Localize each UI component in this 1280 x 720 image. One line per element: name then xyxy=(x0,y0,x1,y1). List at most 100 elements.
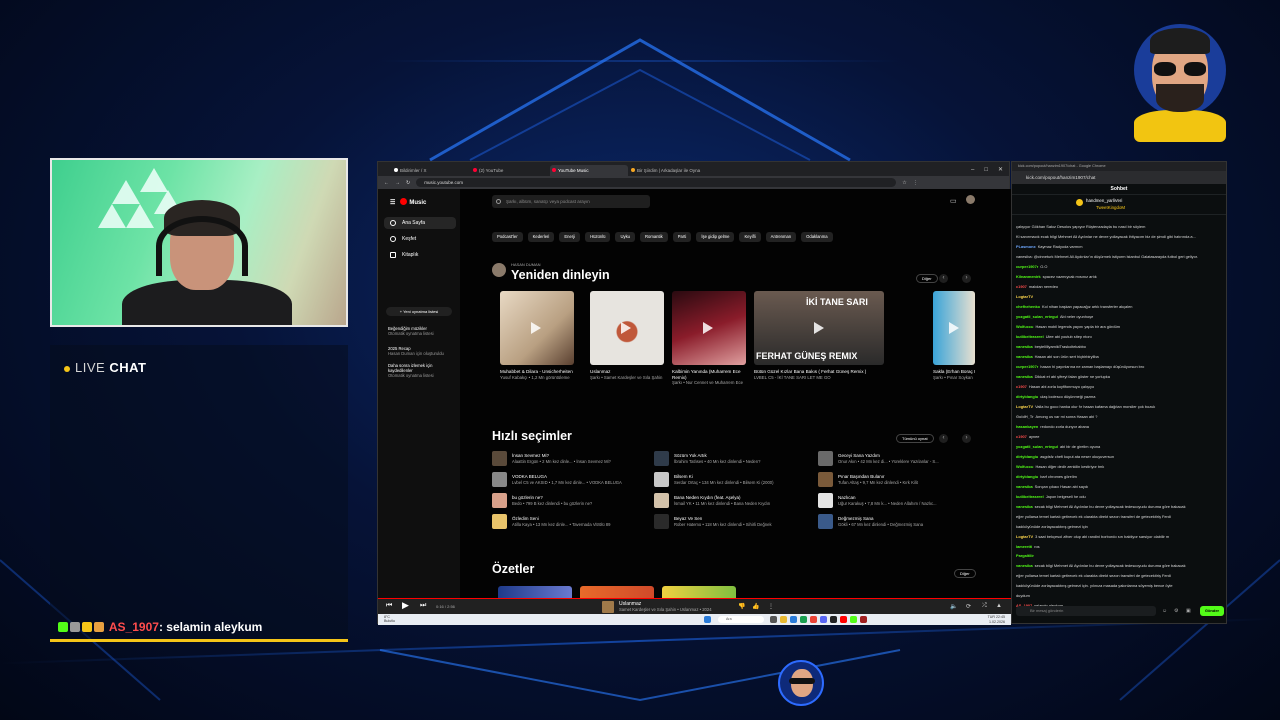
prev-arrow-icon[interactable]: ‹ xyxy=(939,434,948,443)
taskbar-app-icon[interactable] xyxy=(770,616,777,623)
windows-start-icon[interactable] xyxy=(704,616,711,623)
kick-chat-username[interactable]: Wolfuccu xyxy=(1016,464,1033,469)
kick-chat-username[interactable]: vanesiba xyxy=(1016,344,1033,349)
shuffle-icon[interactable]: ⤮ xyxy=(982,603,987,610)
next-icon[interactable]: ⏭ xyxy=(420,602,426,610)
kick-chat-username[interactable]: PLasmonx xyxy=(1016,244,1036,249)
browser-tab[interactable]: (2) YouTube xyxy=(471,165,549,176)
close-icon[interactable]: ✕ xyxy=(998,165,1003,176)
kick-chat-username[interactable]: vanesiba xyxy=(1016,563,1033,568)
chip[interactable]: Enerji xyxy=(559,232,581,242)
chip[interactable]: Podcast'ler xyxy=(492,232,523,242)
kick-chat-username[interactable]: LogtarTV xyxy=(1016,404,1033,409)
kick-chat-username[interactable]: dirtyblangiu xyxy=(1016,474,1038,479)
next-arrow-icon[interactable]: › xyxy=(962,274,971,283)
chip[interactable]: Romantik xyxy=(640,232,668,242)
maximize-icon[interactable]: □ xyxy=(984,165,988,176)
extensions-icon[interactable]: ⋮ xyxy=(913,180,918,186)
forward-icon[interactable]: → xyxy=(395,180,400,186)
quick-pick-item[interactable]: İnsan Sevmez Mi? Alaattin Ergün • 2 Mn ke… xyxy=(492,451,652,467)
emoji-icon[interactable]: ☺ xyxy=(1162,608,1167,614)
next-arrow-icon[interactable]: › xyxy=(962,434,971,443)
kick-chat-username[interactable]: chefhehenko xyxy=(1016,304,1040,309)
summary-card[interactable] xyxy=(662,586,736,598)
youtube-icon[interactable] xyxy=(840,616,847,623)
quick-pick-item[interactable]: Bana Neden Kıydın (feat. Aşelya) İsmail Y… xyxy=(654,493,814,509)
chip[interactable]: Kederleri xyxy=(527,232,555,242)
dislike-icon[interactable]: 👎 xyxy=(738,603,745,610)
search-input[interactable]: Şarkı, albüm, sanatçı veya podcast arayı… xyxy=(492,195,650,208)
like-icon[interactable]: 👍 xyxy=(752,603,759,610)
chip[interactable]: Antrenman xyxy=(765,232,797,242)
taskbar-app-icon[interactable] xyxy=(830,616,837,623)
quick-pick-item[interactable]: Pınar Başından Bulanır Tufan Altaş • 9,7 … xyxy=(818,472,978,488)
kick-chat-username[interactable]: lameretti xyxy=(1016,544,1032,549)
quick-pick-item[interactable]: Bilsem Ki Serdar Ortaç • 134 Mn kez dinle… xyxy=(654,472,814,488)
kick-icon[interactable] xyxy=(850,616,857,623)
chrome-icon[interactable] xyxy=(810,616,817,623)
kick-address-bar[interactable]: kick.com/popout/hanzim1907/chat xyxy=(1012,171,1226,184)
play-icon[interactable]: ▶ xyxy=(402,600,409,611)
yt-music-logo[interactable]: ☰ Music xyxy=(390,198,426,206)
more-button[interactable]: Diğer xyxy=(954,569,976,578)
quick-pick-item[interactable]: Değmezmiş Sana Gökli • 67 Mn kez dinlendi… xyxy=(818,514,978,530)
expand-icon[interactable]: ▲ xyxy=(996,603,1002,609)
kick-chat-username[interactable]: GoldH_Tr xyxy=(1016,414,1034,419)
weather-widget[interactable]: 8°C Bulutlu xyxy=(384,615,395,623)
quick-pick-item[interactable]: Geceyi Sana Yazdım Onur Akın • 42 Mn kez … xyxy=(818,451,978,467)
kick-chat-username[interactable]: vanesiba xyxy=(1016,484,1033,489)
browser-tab[interactable]: Bir Şiirdim | Arkadaşlar ile Oyna xyxy=(629,165,707,176)
quick-pick-item[interactable]: Özledim Seni Atilla Kaya • 13 Mn kez dinl… xyxy=(492,514,652,530)
new-playlist-button[interactable]: + Yeni oynatma listesi xyxy=(386,307,452,316)
playlist-item[interactable]: Beğendiğim müzikler Otomatik oynatma list… xyxy=(388,326,454,336)
chip[interactable]: Odaklanma xyxy=(801,232,833,242)
back-icon[interactable]: ← xyxy=(384,180,389,186)
quick-pick-item[interactable]: Sözüm Yok Artık İbrahim Tatlıses • 40 Mn … xyxy=(654,451,814,467)
repeat-icon[interactable]: ⟳ xyxy=(966,603,971,610)
kick-chat-username[interactable]: c1907 xyxy=(1016,284,1027,289)
playlist-item[interactable]: Daha sonra izlemek için kaydedilenler Oto… xyxy=(388,363,454,378)
kick-chat-username[interactable]: Kilnanmenirk xyxy=(1016,274,1041,279)
kick-chat-username[interactable]: LogtarTV xyxy=(1016,534,1033,539)
cast-icon[interactable]: ▭ xyxy=(950,197,957,205)
chip[interactable]: İşe gidip gelme xyxy=(696,232,735,242)
kick-chat-username[interactable]: c1907 xyxy=(1016,384,1027,389)
music-card[interactable]: Sakla (Erhan Boraç Remix)Şarkı • Pınar S… xyxy=(933,291,975,380)
quick-pick-item[interactable]: bu gözlerin ne? Bedo • 799 B kez dinlendi… xyxy=(492,493,652,509)
kick-chat-username[interactable]: Pargaltllir xyxy=(1016,553,1034,558)
kick-chat-username[interactable]: curper1907r xyxy=(1016,264,1038,269)
gift-icon[interactable]: ▣ xyxy=(1186,608,1191,614)
taskbar-app-icon[interactable] xyxy=(790,616,797,623)
chip[interactable]: Keyifli xyxy=(739,232,761,242)
taskbar-search[interactable]: Ara xyxy=(718,616,764,623)
settings-icon[interactable]: ⚙ xyxy=(1174,608,1178,614)
quick-pick-item[interactable]: VODKA BELUGA Lvbel C5 ve AKSID • 1,7 Mn k… xyxy=(492,472,652,488)
minimize-icon[interactable]: – xyxy=(971,165,974,176)
account-avatar[interactable] xyxy=(966,195,975,204)
summary-card[interactable] xyxy=(498,586,572,598)
kick-chat-username[interactable]: c1907 xyxy=(1016,434,1027,439)
music-card[interactable]: Uslanmaz Şarkı • Samet Kardeşler ve Sıla … xyxy=(590,291,664,380)
music-card[interactable]: Kalbimin Yanında (Muharrem Ece Remix) Şar… xyxy=(672,291,746,386)
browser-tab-active[interactable]: YouTube Music xyxy=(550,165,628,176)
kick-chat-username[interactable]: vanesiba xyxy=(1016,354,1033,359)
quick-pick-item[interactable]: Nazlıcan Uğur Karakuş • 7,8 Mn k... • Ned… xyxy=(818,493,978,509)
nav-explore[interactable]: Keşfet xyxy=(384,233,456,245)
kick-chat-username[interactable]: LogtarTV xyxy=(1016,294,1033,299)
more-button[interactable]: Diğer xyxy=(916,274,938,283)
chip[interactable]: Hüzünlü xyxy=(585,232,611,242)
chip[interactable]: Uyku xyxy=(615,232,635,242)
summary-card[interactable] xyxy=(580,586,654,598)
kick-chat-username[interactable]: curper1907r xyxy=(1016,364,1038,369)
browser-tab[interactable]: Bildirimler / X xyxy=(392,165,470,176)
discord-icon[interactable] xyxy=(820,616,827,623)
kick-chat-username[interactable]: vanesiba xyxy=(1016,374,1033,379)
kick-chat-username[interactable]: Wolfuccu xyxy=(1016,324,1033,329)
reload-icon[interactable]: ↻ xyxy=(406,180,410,186)
music-card[interactable]: İKİ TANE SARI FERHAT GÜNEŞ REMIX Bütün G… xyxy=(754,291,884,380)
kick-chat-input[interactable]: Bir mesaj gönderin xyxy=(1016,606,1156,616)
chip[interactable]: Parti xyxy=(672,232,692,242)
kick-chat-username[interactable]: dirtyblangiu xyxy=(1016,394,1038,399)
play-all-button[interactable]: Tümünü oynat xyxy=(896,434,934,443)
address-bar[interactable]: music.youtube.com xyxy=(416,178,897,187)
